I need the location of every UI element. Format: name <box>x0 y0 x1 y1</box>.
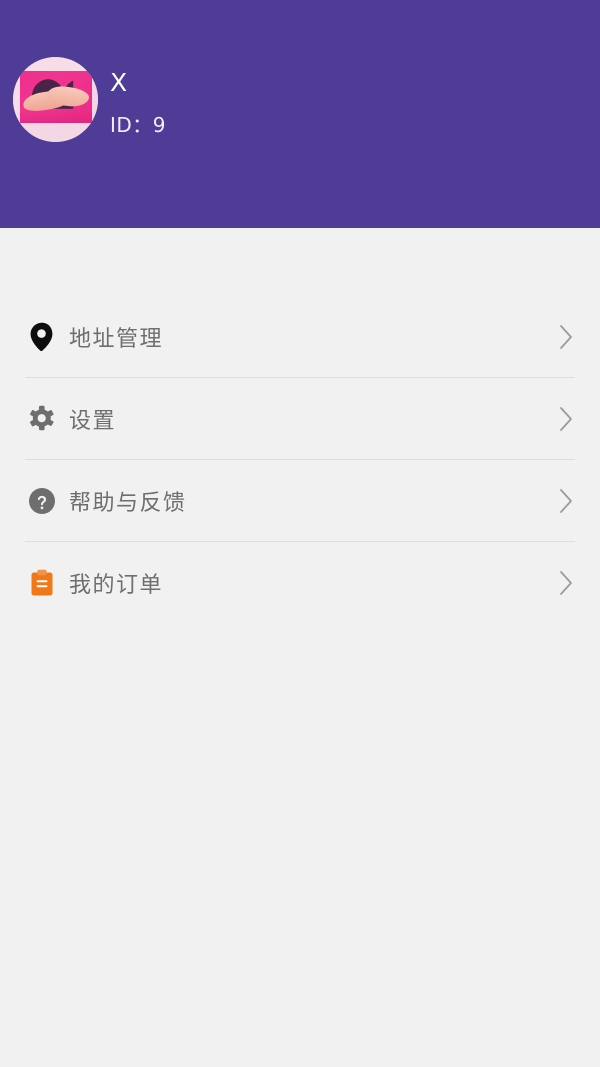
avatar-photo-shading <box>19 109 93 124</box>
avatar-photo <box>19 70 93 124</box>
profile-header: X ID：9 <box>0 0 600 228</box>
avatar[interactable] <box>13 57 98 142</box>
clipboard-order-icon <box>25 566 59 600</box>
user-name: X <box>110 68 128 97</box>
chevron-right-icon[interactable] <box>551 406 575 431</box>
menu-item-label: 设置 <box>69 408 117 434</box>
menu-item-label: 我的订单 <box>69 572 164 598</box>
menu-item-label: 帮助与反馈 <box>69 490 187 516</box>
chevron-right-icon[interactable] <box>551 324 575 349</box>
menu-item-my-orders[interactable]: 我的订单 <box>0 542 600 623</box>
chevron-right-icon[interactable] <box>551 570 575 595</box>
menu-item-settings[interactable]: 设置 <box>0 378 600 459</box>
profile-menu-list: 地址管理 设置 帮助与反馈 我的订单 <box>0 296 600 623</box>
location-pin-icon <box>25 320 59 354</box>
menu-item-help-feedback[interactable]: 帮助与反馈 <box>0 460 600 541</box>
menu-item-label: 地址管理 <box>69 326 164 352</box>
question-circle-icon <box>25 484 59 518</box>
menu-item-address-management[interactable]: 地址管理 <box>0 296 600 377</box>
user-id: ID：9 <box>110 113 167 137</box>
chevron-right-icon[interactable] <box>551 488 575 513</box>
gear-icon <box>25 402 59 436</box>
